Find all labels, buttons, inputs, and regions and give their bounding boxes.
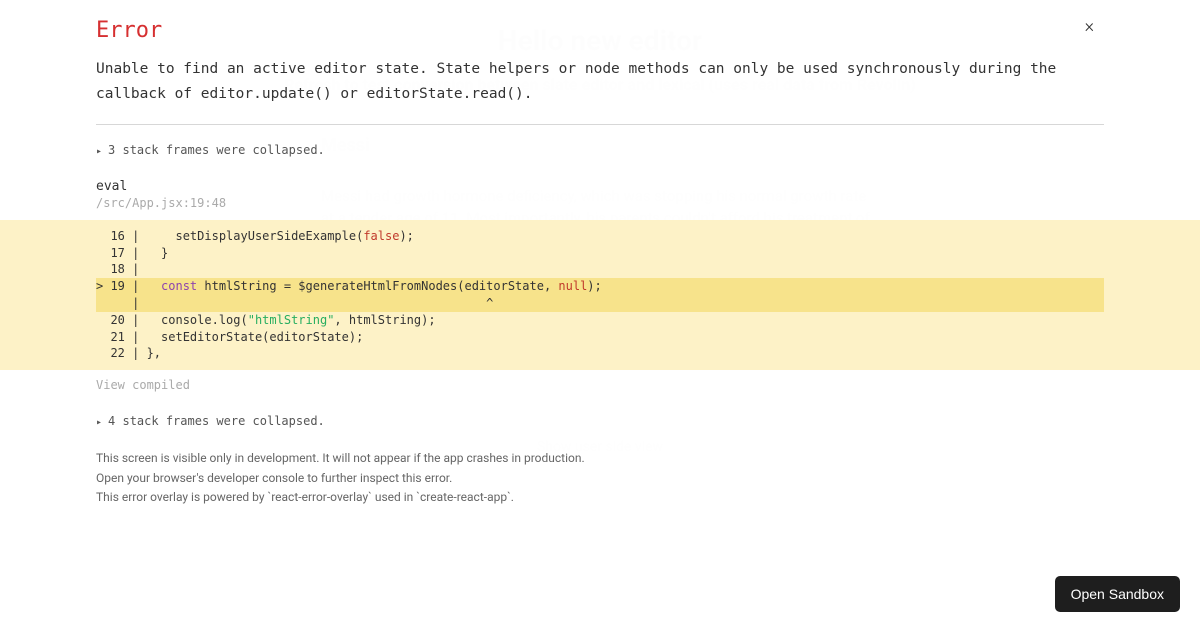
note-line: This error overlay is powered by `react-… xyxy=(96,489,1104,506)
overlay-notes: This screen is visible only in developme… xyxy=(96,450,1104,528)
view-compiled-link[interactable]: View compiled xyxy=(96,378,1104,392)
error-message: Unable to find an active editor state. S… xyxy=(96,57,1104,108)
note-line: This screen is visible only in developme… xyxy=(96,450,1104,467)
open-sandbox-button[interactable]: Open Sandbox xyxy=(1055,576,1180,612)
divider xyxy=(96,124,1104,125)
collapsed-frames-bottom[interactable]: 4 stack frames were collapsed. xyxy=(96,414,1104,428)
close-icon[interactable]: × xyxy=(1085,18,1094,36)
error-title: Error xyxy=(96,18,1104,43)
stack-function-name: eval xyxy=(96,179,1104,194)
note-line: Open your browser's developer console to… xyxy=(96,470,1104,487)
error-overlay: × Error Unable to find an active editor … xyxy=(0,0,1200,630)
code-snippet: 16 | setDisplayUserSideExample(false); 1… xyxy=(0,220,1200,370)
collapsed-frames-top[interactable]: 3 stack frames were collapsed. xyxy=(96,143,1104,157)
stack-file-location: /src/App.jsx:19:48 xyxy=(96,196,1104,210)
